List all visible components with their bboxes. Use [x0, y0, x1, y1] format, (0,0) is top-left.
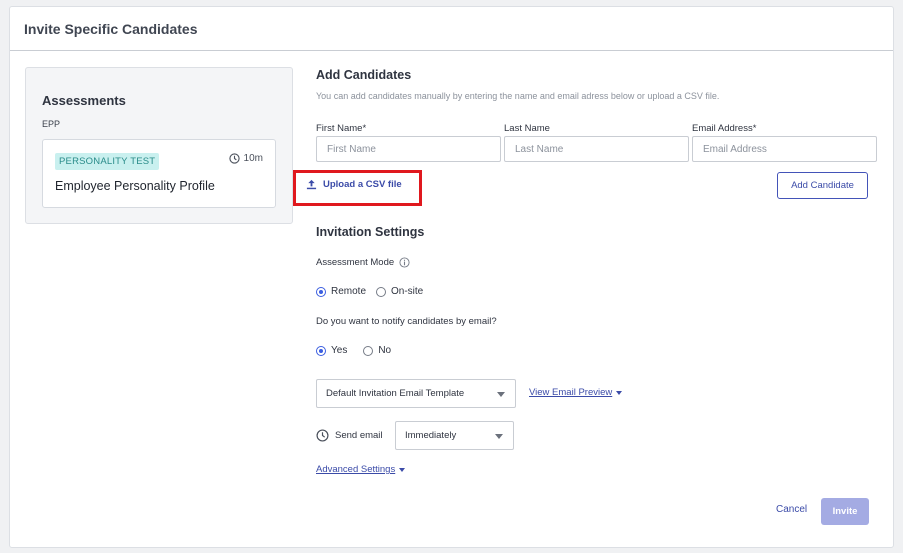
notify-no-option[interactable]: No — [363, 345, 391, 356]
view-email-preview-label: View Email Preview — [529, 387, 613, 398]
duration: 10m — [228, 153, 263, 164]
upload-csv-link[interactable]: Upload a CSV file — [306, 179, 402, 190]
notify-no-label: No — [378, 345, 392, 356]
view-email-preview-link[interactable]: View Email Preview — [529, 387, 623, 398]
clock-icon — [228, 153, 240, 164]
upload-icon — [306, 179, 317, 190]
mode-remote-label: Remote — [331, 286, 367, 297]
add-candidates-helper: You can add candidates manually by enter… — [316, 91, 720, 101]
advanced-settings-label: Advanced Settings — [316, 464, 396, 475]
cancel-button[interactable]: Cancel — [776, 504, 807, 515]
assessment-name: Employee Personality Profile — [55, 179, 215, 193]
duration-text: 10m — [243, 153, 263, 164]
mode-onsite-label: On-site — [391, 286, 424, 297]
email-template-select[interactable]: Default Invitation Email Template — [316, 379, 516, 408]
mode-remote-option[interactable]: Remote — [316, 286, 366, 297]
caret-down-icon — [399, 467, 406, 472]
first-name-label: First Name* — [316, 123, 367, 134]
assessments-heading: Assessments — [42, 93, 126, 108]
email-label: Email Address* — [692, 123, 757, 134]
mode-onsite-option[interactable]: On-site — [376, 286, 423, 297]
send-email-row: Send email — [316, 429, 383, 442]
add-candidate-button[interactable]: Add Candidate — [777, 172, 868, 199]
radio-no[interactable] — [363, 345, 374, 356]
assessment-code: EPP — [42, 119, 61, 129]
upload-csv-label: Upload a CSV file — [323, 179, 402, 190]
clock-icon — [316, 429, 329, 442]
send-timing-value: Immediately — [405, 430, 457, 441]
email-input[interactable] — [692, 136, 877, 162]
email-template-value: Default Invitation Email Template — [326, 388, 465, 399]
assessments-panel: Assessments EPP PERSONALITY TEST 10m Emp… — [25, 67, 293, 224]
radio-onsite[interactable] — [376, 286, 387, 297]
radio-remote[interactable] — [316, 286, 326, 297]
assessment-mode-options: Remote On-site — [316, 286, 433, 297]
advanced-settings-link[interactable]: Advanced Settings — [316, 464, 406, 475]
type-badge: PERSONALITY TEST — [55, 153, 160, 170]
caret-down-icon — [616, 390, 623, 395]
notify-yes-option[interactable]: Yes — [316, 345, 347, 356]
info-icon[interactable] — [399, 257, 410, 268]
modal-header: Invite Specific Candidates — [10, 7, 893, 51]
chevron-down-icon — [497, 392, 505, 397]
send-timing-select[interactable]: Immediately — [395, 421, 514, 450]
add-candidates-title: Add Candidates — [316, 68, 412, 82]
notify-options: Yes No — [316, 345, 401, 356]
assessment-card: PERSONALITY TEST 10m Employee Personalit… — [42, 139, 276, 208]
notify-label: Do you want to notify candidates by emai… — [316, 316, 497, 327]
invite-button[interactable]: Invite — [821, 498, 869, 525]
chevron-down-icon — [495, 434, 503, 439]
send-email-label: Send email — [335, 430, 383, 441]
assessment-mode-label: Assessment Mode — [316, 257, 395, 268]
assessment-mode-label-row: Assessment Mode — [316, 257, 410, 268]
last-name-label: Last Name — [504, 123, 550, 134]
first-name-input[interactable] — [316, 136, 501, 162]
invitation-settings-title: Invitation Settings — [316, 225, 425, 239]
invite-modal: Invite Specific Candidates Assessments E… — [9, 6, 894, 548]
modal-title: Invite Specific Candidates — [24, 20, 198, 37]
notify-yes-label: Yes — [331, 345, 348, 356]
last-name-input[interactable] — [504, 136, 689, 162]
radio-yes[interactable] — [316, 345, 326, 356]
